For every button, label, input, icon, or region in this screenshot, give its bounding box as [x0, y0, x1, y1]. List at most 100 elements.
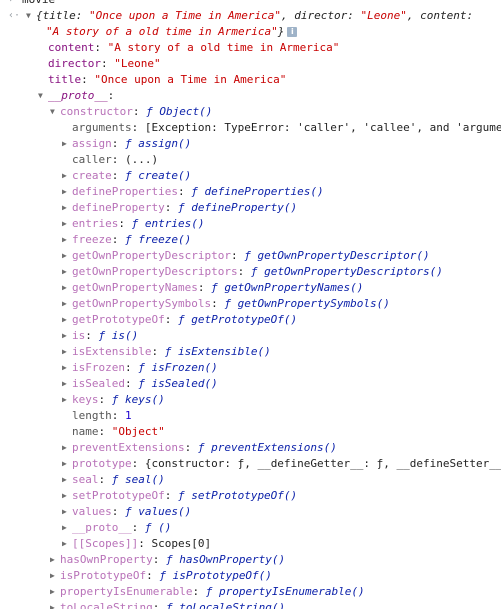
expand-triangle-right-icon[interactable]: ▶	[50, 600, 60, 609]
property-key: defineProperties	[72, 185, 178, 198]
object-member-row[interactable]: ▶ seal: ƒ seal()	[0, 472, 501, 488]
object-member-row[interactable]: ▶ getOwnPropertyDescriptor: ƒ getOwnPrope…	[0, 248, 501, 264]
expand-triangle-right-icon[interactable]: ▶	[62, 344, 72, 360]
expand-triangle-right-icon[interactable]: ▶	[62, 472, 72, 488]
expand-triangle-right-icon[interactable]: ▶	[62, 504, 72, 520]
property-key: __proto__	[72, 521, 132, 534]
proto-member-row[interactable]: ▶ toLocaleString: ƒ toLocaleString()	[0, 600, 501, 609]
expand-triangle-right-icon[interactable]: ▶	[62, 520, 72, 536]
expand-triangle-right-icon[interactable]: ▶	[50, 552, 60, 568]
object-member-row[interactable]: ▶ getOwnPropertySymbols: ƒ getOwnProperty…	[0, 296, 501, 312]
object-member-row[interactable]: ▶ getPrototypeOf: ƒ getPrototypeOf()	[0, 312, 501, 328]
object-member-row[interactable]: ▶ getOwnPropertyDescriptors: ƒ getOwnProp…	[0, 264, 501, 280]
expand-triangle-right-icon[interactable]: ▶	[62, 312, 72, 328]
expand-triangle-right-icon[interactable]: ▶	[62, 216, 72, 232]
object-member-row[interactable]: ▶ defineProperty: ƒ defineProperty()	[0, 200, 501, 216]
object-member-row[interactable]: ▶ isExtensible: ƒ isExtensible()	[0, 344, 501, 360]
expand-triangle-right-icon[interactable]: ▶	[62, 168, 72, 184]
property-key: defineProperty	[72, 201, 165, 214]
expand-triangle-right-icon[interactable]: ▶	[62, 456, 72, 472]
property-key: isPrototypeOf	[60, 569, 147, 582]
property-value: ƒ defineProperties()	[191, 185, 324, 198]
object-member-row[interactable]: ▶ create: ƒ create()	[0, 168, 501, 184]
object-member-row[interactable]: ▶ defineProperties: ƒ defineProperties()	[0, 184, 501, 200]
property-value: ƒ keys()	[111, 393, 165, 406]
property-key: toLocaleString	[60, 601, 153, 609]
property-value: ƒ entries()	[131, 217, 205, 230]
property-key: propertyIsEnumerable	[60, 585, 193, 598]
proto-row[interactable]: ▼ __proto__:	[0, 88, 501, 104]
proto-member-row[interactable]: ▶ hasOwnProperty: ƒ hasOwnProperty()	[0, 552, 501, 568]
expand-triangle-right-icon[interactable]: ▶	[62, 392, 72, 408]
proto-member-row[interactable]: ▶ isPrototypeOf: ƒ isPrototypeOf()	[0, 568, 501, 584]
object-member-row[interactable]: ▶ freeze: ƒ freeze()	[0, 232, 501, 248]
expand-triangle-right-icon[interactable]: ▶	[50, 568, 60, 584]
property-key: getOwnPropertySymbols	[72, 297, 212, 310]
constructor-row[interactable]: ▼ constructor: ƒ Object()	[0, 104, 501, 120]
object-member-row[interactable]: ▶ isFrozen: ƒ isFrozen()	[0, 360, 501, 376]
property-value: ƒ propertyIsEnumerable()	[205, 585, 365, 598]
expand-triangle-down-icon[interactable]: ▼	[38, 88, 48, 104]
property-key: isExtensible	[72, 345, 152, 358]
object-member-row[interactable]: ▶ prototype: {constructor: ƒ, __defineGet…	[0, 456, 501, 472]
object-member-row[interactable]: ▶ __proto__: ƒ ()	[0, 520, 501, 536]
object-member-row: name: "Object"	[72, 425, 165, 438]
object-member-row[interactable]: ▶ setPrototypeOf: ƒ setPrototypeOf()	[0, 488, 501, 504]
expand-triangle-right-icon[interactable]: ▶	[62, 280, 72, 296]
property-value: {constructor: ƒ, __defineGetter__: ƒ, __…	[144, 457, 501, 470]
property-value: ƒ getPrototypeOf()	[177, 313, 298, 326]
expand-triangle-right-icon[interactable]: ▶	[62, 376, 72, 392]
property-key: prototype	[72, 457, 132, 470]
property-value: ƒ isExtensible()	[164, 345, 271, 358]
property-value: ƒ getOwnPropertyNames()	[211, 281, 364, 294]
object-member-row[interactable]: ▶ assign: ƒ assign()	[0, 136, 501, 152]
property-key: values	[72, 505, 112, 518]
object-member-row[interactable]: ▶ is: ƒ is()	[0, 328, 501, 344]
info-icon[interactable]: i	[287, 27, 298, 37]
expand-triangle-right-icon[interactable]: ▶	[62, 440, 72, 456]
property-key: keys	[72, 393, 99, 406]
property-value: ƒ getOwnPropertySymbols()	[224, 297, 390, 310]
object-member-row[interactable]: ▶ keys: ƒ keys()	[0, 392, 501, 408]
proto-member-row[interactable]: ▶ propertyIsEnumerable: ƒ propertyIsEnume…	[0, 584, 501, 600]
expand-triangle-right-icon[interactable]: ▶	[62, 200, 72, 216]
object-member-row[interactable]: ▶ preventExtensions: ƒ preventExtensions(…	[0, 440, 501, 456]
expand-triangle-right-icon[interactable]: ▶	[62, 328, 72, 344]
property-value: ƒ isFrozen()	[138, 361, 218, 374]
object-member-row[interactable]: ▶ entries: ƒ entries()	[0, 216, 501, 232]
property-key: getOwnPropertyDescriptor	[72, 249, 231, 262]
expand-triangle-down-icon[interactable]: ▼	[26, 8, 36, 24]
expand-triangle-down-icon[interactable]: ▼	[50, 104, 60, 120]
object-member-row[interactable]: ▶ isSealed: ƒ isSealed()	[0, 376, 501, 392]
expand-triangle-right-icon[interactable]: ▶	[62, 248, 72, 264]
property-value: ƒ setPrototypeOf()	[177, 489, 298, 502]
expand-triangle-right-icon[interactable]: ▶	[50, 584, 60, 600]
expand-triangle-right-icon[interactable]: ▶	[62, 296, 72, 312]
property-value: ƒ create()	[125, 169, 192, 182]
expand-triangle-right-icon[interactable]: ▶	[62, 360, 72, 376]
expand-triangle-right-icon[interactable]: ▶	[62, 184, 72, 200]
property-key: isFrozen	[72, 361, 125, 374]
expand-triangle-right-icon[interactable]: ▶	[62, 264, 72, 280]
property-value: 1	[125, 409, 132, 422]
object-member-row[interactable]: ▶ [[Scopes]]: Scopes[0]	[0, 536, 501, 552]
property-value: "Object"	[111, 425, 165, 438]
expand-triangle-right-icon[interactable]: ▶	[62, 536, 72, 552]
expand-triangle-right-icon[interactable]: ▶	[62, 488, 72, 504]
property-value: [Exception: TypeError: 'caller', 'callee…	[144, 121, 501, 134]
object-member-row[interactable]: ▶ getOwnPropertyNames: ƒ getOwnPropertyNa…	[0, 280, 501, 296]
property-value: ƒ seal()	[111, 473, 165, 486]
property-value: ƒ ()	[144, 521, 172, 534]
property-key: length	[72, 409, 112, 422]
object-member-row[interactable]: ▶ values: ƒ values()	[0, 504, 501, 520]
property-key: is	[72, 329, 86, 342]
result-summary-continuation: "A story of a old time in Armerica"} i	[0, 24, 501, 40]
prop-row-title: title: "Once upon a Time in America"	[48, 73, 287, 86]
object-member-row: arguments: [Exception: TypeError: 'calle…	[72, 121, 501, 134]
result-summary-line[interactable]: ‹· ▼ {title: "Once upon a Time in America…	[0, 8, 501, 24]
prop-row-content: content: "A story of a old time in Armer…	[48, 41, 340, 54]
proto-members-list: ▶ hasOwnProperty: ƒ hasOwnProperty() ▶ isPr…	[0, 552, 501, 609]
expand-triangle-right-icon[interactable]: ▶	[62, 232, 72, 248]
property-value: ƒ defineProperty()	[177, 201, 298, 214]
expand-triangle-right-icon[interactable]: ▶	[62, 136, 72, 152]
